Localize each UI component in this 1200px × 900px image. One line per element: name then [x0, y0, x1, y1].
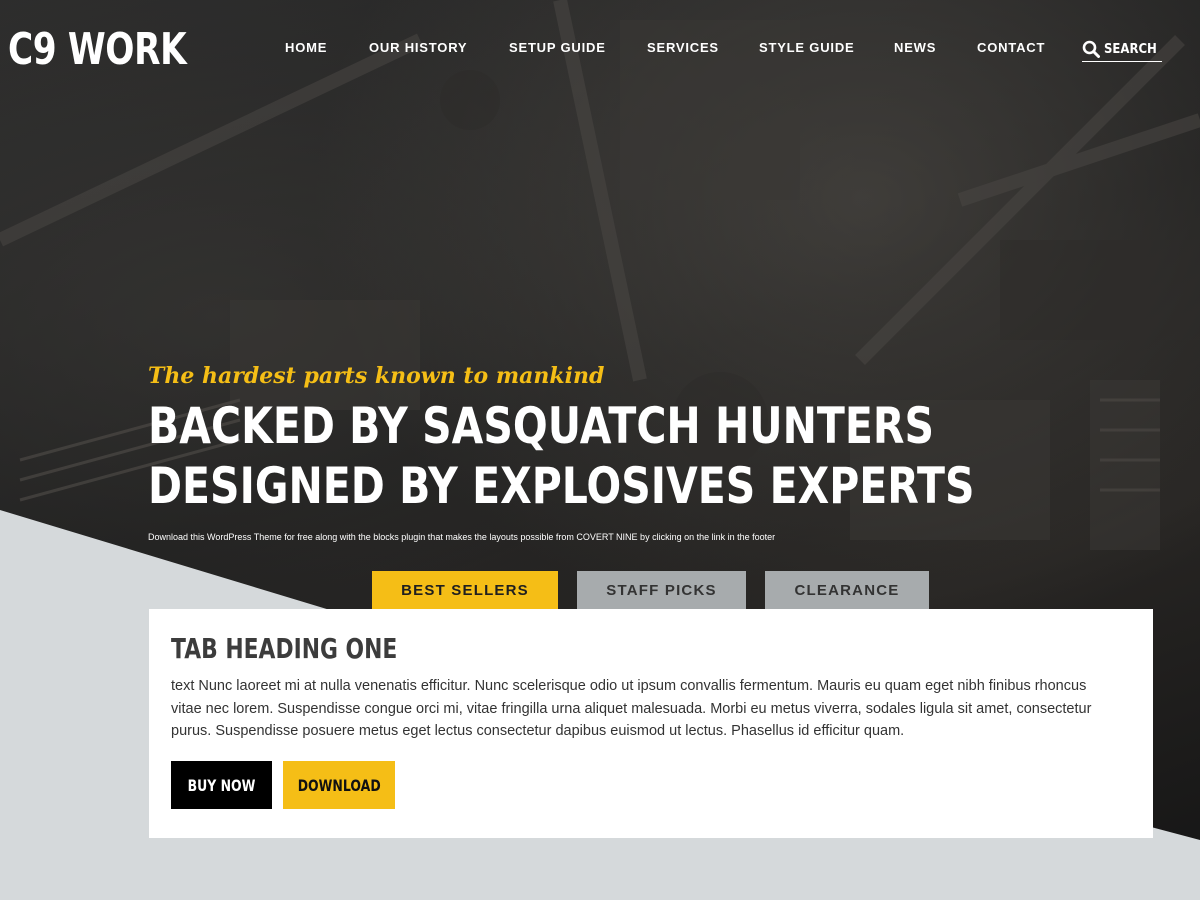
buy-now-label: BUY NOW [187, 775, 256, 795]
nav-our-history[interactable]: OUR HISTORY [369, 40, 467, 56]
hero-headline-line-2: DESIGNED BY EXPLOSIVES EXPERTS [148, 457, 975, 515]
tab-best-sellers[interactable]: BEST SELLERS [372, 571, 558, 609]
hero-tagline: The hardest parts known to mankind [148, 363, 605, 389]
download-button[interactable]: DOWNLOAD [283, 761, 395, 809]
nav-home[interactable]: HOME [285, 40, 327, 56]
search-input[interactable] [1104, 40, 1160, 58]
download-label: DOWNLOAD [297, 775, 381, 795]
search-box [1082, 38, 1162, 62]
search-icon[interactable] [1082, 40, 1100, 58]
nav-style-guide[interactable]: STYLE GUIDE [759, 40, 854, 56]
tab-panel-body: text Nunc laoreet mi at nulla venenatis … [171, 678, 1092, 739]
tab-clearance[interactable]: CLEARANCE [765, 571, 929, 609]
hero-subtext: Download this WordPress Theme for free a… [148, 532, 776, 542]
tab-panel: TAB HEADING ONE text Nunc laoreet mi at … [149, 609, 1153, 838]
tab-staff-picks[interactable]: STAFF PICKS [577, 571, 746, 609]
main-nav: HOME OUR HISTORY SETUP GUIDE SERVICES ST… [0, 40, 1200, 60]
nav-setup-guide[interactable]: SETUP GUIDE [509, 40, 606, 56]
nav-services[interactable]: SERVICES [647, 40, 719, 56]
buy-now-button[interactable]: BUY NOW [171, 761, 272, 809]
tab-panel-heading: TAB HEADING ONE [171, 632, 398, 665]
nav-contact[interactable]: CONTACT [977, 40, 1045, 56]
hero-headline-line-1: BACKED BY SASQUATCH HUNTERS [148, 397, 934, 455]
nav-news[interactable]: NEWS [894, 40, 936, 56]
